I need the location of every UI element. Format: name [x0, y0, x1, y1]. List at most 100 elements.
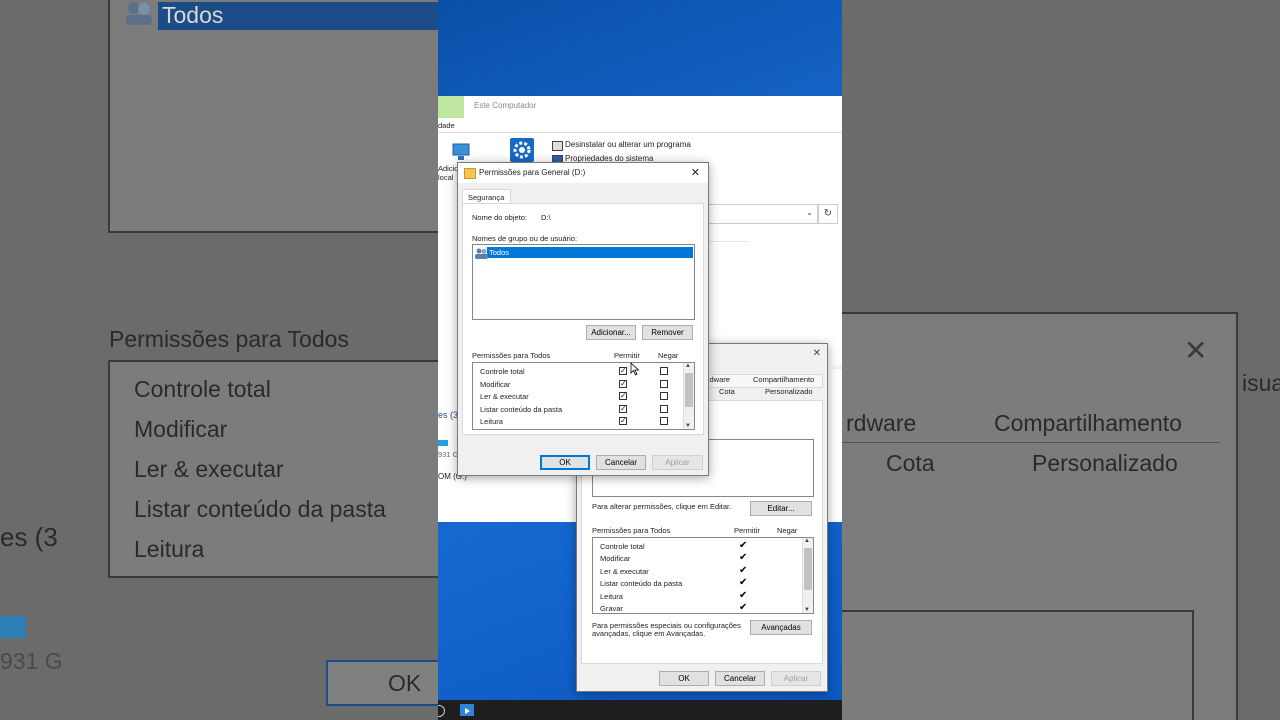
- permission-name: Gravar: [600, 604, 623, 613]
- allow-check-icon: ✔: [739, 577, 748, 589]
- media-player-icon[interactable]: [460, 704, 474, 716]
- permission-name: Modificar: [480, 379, 511, 389]
- scroll-down-icon[interactable]: ▼: [685, 423, 691, 429]
- bg-perm-header: Permissões para Todos: [109, 326, 349, 352]
- deny-checkbox[interactable]: [660, 379, 668, 388]
- allow-header: Permitir: [734, 526, 760, 535]
- allow-check-icon: ✔: [739, 602, 748, 613]
- permission-name: Modificar: [600, 554, 631, 564]
- ribbon-tab-fragment[interactable]: dade: [438, 121, 455, 130]
- permission-name: Listar conteúdo da pasta: [480, 404, 563, 414]
- permissions-title: Permissões para General (D:): [479, 168, 586, 177]
- scrollbar-thumb[interactable]: [685, 373, 693, 407]
- cancel-button[interactable]: Cancelar: [596, 455, 646, 470]
- scroll-up-icon[interactable]: ▲: [685, 363, 691, 369]
- ribbon-tab-highlight: [438, 96, 464, 118]
- edit-button[interactable]: Editar...: [750, 501, 812, 516]
- address-bar[interactable]: ⌄: [708, 204, 818, 224]
- right-backdrop: ✕ rdware Compartilhamento Cota Personali…: [842, 0, 1280, 720]
- permission-name: Listar conteúdo da pasta: [600, 579, 683, 589]
- bg-perm-item: Controle total: [134, 376, 271, 402]
- settings-gear-icon[interactable]: [510, 138, 534, 162]
- advanced-button[interactable]: Avançadas: [750, 620, 812, 635]
- bg-users-icon: [124, 0, 154, 26]
- search-icon[interactable]: [438, 705, 445, 717]
- bg-perm-item: Listar conteúdo da pasta: [134, 496, 386, 522]
- groups-list[interactable]: Todos: [472, 244, 695, 320]
- drive-usage-bar: [438, 440, 448, 446]
- object-name-label: Nome do objeto:: [472, 213, 528, 222]
- ribbon-divider: [438, 132, 842, 133]
- group-item-label: Todos: [489, 248, 510, 257]
- allow-check-icon: ✔: [739, 589, 748, 601]
- groups-label: Nomes de grupo ou de usuário:: [472, 234, 578, 243]
- bg-visual-fragment: isua: [1242, 370, 1280, 396]
- scroll-up-icon[interactable]: ▲: [804, 538, 810, 544]
- ok-button[interactable]: OK: [540, 455, 590, 470]
- remove-button[interactable]: Remover: [642, 325, 693, 340]
- perm-header: Permissões para Todos: [592, 526, 671, 535]
- deny-column-header: Negar: [658, 351, 679, 360]
- users-icon: [475, 246, 488, 264]
- chevron-down-icon[interactable]: ⌄: [806, 208, 813, 217]
- properties-close-icon[interactable]: ✕: [813, 348, 821, 359]
- add-button[interactable]: Adicionar...: [586, 325, 636, 340]
- tab-quota[interactable]: Cota: [719, 387, 735, 396]
- bg-size-fragment: 931 G: [0, 648, 63, 674]
- tab-sharing[interactable]: Compartilhamento: [753, 375, 814, 384]
- properties-apply-button[interactable]: Aplicar: [771, 671, 821, 686]
- tab-security-label: Segurança: [468, 193, 505, 202]
- apply-button[interactable]: Aplicar: [652, 455, 703, 470]
- allow-column-header: Permitir: [614, 351, 640, 360]
- deny-header: Negar: [777, 526, 798, 535]
- properties-ok-button[interactable]: OK: [659, 671, 709, 686]
- close-icon[interactable]: ✕: [691, 166, 700, 179]
- bg-drive-bar: [0, 616, 26, 638]
- tab-hardware[interactable]: rdware: [707, 375, 730, 384]
- allow-check-icon: ✔: [739, 552, 748, 564]
- deny-checkbox[interactable]: [660, 417, 668, 425]
- folder-icon: [464, 168, 476, 179]
- tab-security[interactable]: Segurança: [462, 189, 511, 204]
- bg-perm-item: Ler & executar: [134, 456, 284, 482]
- bg-drive-fragment: es (3: [0, 522, 58, 552]
- uninstall-program-link[interactable]: Desinstalar ou alterar um programa: [565, 140, 691, 149]
- bg-group-item: Todos: [162, 2, 224, 28]
- allow-checkbox[interactable]: ✓: [619, 367, 627, 375]
- bg-perm-list: Controle total Modificar Ler & executar …: [108, 360, 438, 578]
- permission-row: Ler & executar ✓: [473, 391, 685, 403]
- edit-hint: Para alterar permissões, clique em Edita…: [592, 502, 732, 511]
- allow-checkbox[interactable]: ✓: [619, 392, 627, 400]
- bg-perm-item: Leitura: [134, 536, 205, 562]
- local-fragment: local: [438, 173, 454, 182]
- deny-checkbox[interactable]: [660, 392, 668, 400]
- allow-checkbox[interactable]: ✓: [619, 417, 627, 425]
- add-location-fragment[interactable]: Adicio: [438, 164, 458, 173]
- permissions-scrollbar[interactable]: ▲ ▼: [683, 363, 694, 429]
- scroll-down-icon[interactable]: ▼: [804, 607, 810, 613]
- permissions-list[interactable]: Controle total ✓ Modificar ✓ Ler & executar ✓…: [472, 362, 695, 430]
- permission-name: Controle total: [600, 542, 645, 551]
- bg-divider: [842, 442, 1220, 443]
- visual-fragment: isua: [828, 362, 842, 371]
- bg-close-icon: ✕: [1184, 335, 1208, 366]
- scrollbar[interactable]: ▲ ▼: [802, 538, 813, 613]
- permission-name: Leitura: [480, 417, 503, 426]
- object-name-value: D:\: [541, 213, 551, 222]
- group-item-selected[interactable]: Todos: [487, 247, 693, 258]
- properties-permission-row: Leitura ✔: [593, 589, 803, 603]
- drive-size-fragment: 931 G: [438, 450, 459, 459]
- permission-name: Controle total: [480, 367, 525, 376]
- allow-checkbox[interactable]: ✓: [619, 379, 627, 388]
- deny-checkbox[interactable]: [660, 367, 668, 375]
- tab-custom[interactable]: Personalizado: [765, 387, 813, 396]
- properties-perm-list[interactable]: Controle total ✔ Modificar ✔ Ler & executar ✔…: [592, 537, 814, 614]
- refresh-icon[interactable]: ↻: [818, 204, 838, 224]
- scrollbar-thumb[interactable]: [804, 548, 812, 590]
- explorer-title: Este Computador: [474, 101, 537, 110]
- properties-permission-row: Ler & executar ✔: [593, 565, 803, 578]
- allow-checkbox[interactable]: ✓: [619, 404, 627, 413]
- properties-cancel-button[interactable]: Cancelar: [715, 671, 765, 686]
- deny-checkbox[interactable]: [660, 404, 668, 413]
- desktop: Este Computador dade Adicio local Desins…: [438, 0, 842, 720]
